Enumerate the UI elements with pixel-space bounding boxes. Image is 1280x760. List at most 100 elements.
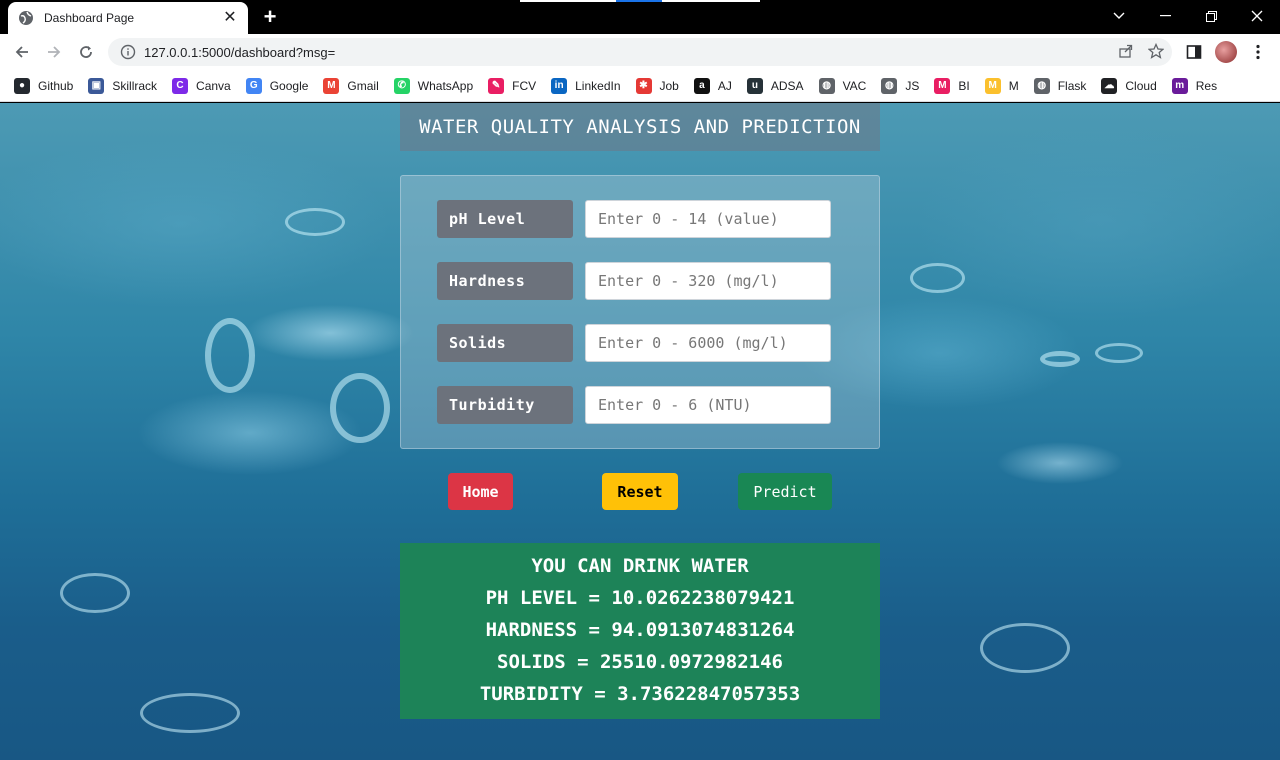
water-ripple — [205, 318, 255, 393]
hardness-input[interactable] — [585, 262, 831, 300]
globe-icon: ◍ — [1033, 77, 1050, 94]
bookmark-star-icon[interactable] — [1148, 43, 1164, 59]
page-title-banner: WATER QUALITY ANALYSIS AND PREDICTION — [400, 103, 880, 151]
whatsapp-icon: ✆ — [393, 77, 410, 94]
page-content: WATER QUALITY ANALYSIS AND PREDICTION pH… — [0, 103, 1280, 760]
bookmark-label: AJ — [717, 78, 732, 93]
profile-avatar[interactable] — [1214, 40, 1238, 64]
hardness-row: Hardness — [437, 262, 831, 300]
forward-arrow-icon[interactable] — [42, 40, 66, 64]
amazon-icon: a — [693, 77, 710, 94]
bookmark-m[interactable]: MM — [984, 77, 1019, 94]
bookmark-label: Cloud — [1125, 78, 1157, 93]
url-text: 127.0.0.1:5000/dashboard?msg= — [144, 44, 336, 60]
bookmark-canva[interactable]: C Canva — [172, 77, 231, 94]
bookmark-label: Canva — [196, 78, 231, 93]
m-icon: M — [984, 77, 1001, 94]
globe-icon — [19, 11, 33, 25]
bi-icon: M — [934, 77, 951, 94]
more-menu-icon[interactable] — [1246, 40, 1270, 64]
bookmark-label: ADSA — [770, 78, 804, 93]
linkedin-icon: in — [551, 77, 568, 94]
adsa-icon: u — [746, 77, 763, 94]
solids-input[interactable] — [585, 324, 831, 362]
reset-button[interactable]: Reset — [602, 473, 678, 510]
address-bar[interactable]: 127.0.0.1:5000/dashboard?msg= — [108, 38, 1172, 66]
restore-icon[interactable] — [1188, 0, 1234, 32]
bookmark-label: Google — [269, 78, 309, 93]
water-ripple — [140, 693, 240, 733]
ph-level-row: pH Level — [437, 200, 831, 238]
bookmark-label: Skillrack — [112, 78, 158, 93]
result-solids: SOLIDS = 25510.0972982146 — [497, 651, 783, 673]
bookmarks-bar: ● Github ▣ Skillrack C Canva G Google M Gmail ✆ Wha… — [0, 70, 1280, 102]
water-ripple — [60, 573, 130, 613]
new-tab-button[interactable]: + — [259, 6, 281, 28]
turbidity-label: Turbidity — [437, 386, 573, 424]
bookmark-job[interactable]: ✱ Job — [635, 77, 679, 94]
result-ph-level: PH LEVEL = 10.0262238079421 — [485, 587, 795, 609]
bookmark-linkedin[interactable]: in LinkedIn — [551, 77, 621, 94]
info-icon[interactable] — [120, 44, 136, 60]
cloud-icon: ☁ — [1101, 77, 1118, 94]
bookmark-gmail[interactable]: M Gmail — [323, 77, 379, 94]
bookmark-js[interactable]: ◍ JS — [881, 77, 920, 94]
water-ripple — [285, 208, 345, 236]
minimize-icon[interactable] — [1142, 0, 1188, 32]
close-window-icon[interactable] — [1234, 0, 1280, 32]
bookmark-res[interactable]: m Res — [1171, 77, 1218, 94]
bookmark-vac[interactable]: ◍ VAC — [818, 77, 866, 94]
bookmark-label: BI — [958, 78, 970, 93]
side-panel-icon[interactable] — [1182, 40, 1206, 64]
bookmark-cloud[interactable]: ☁ Cloud — [1101, 77, 1157, 94]
turbidity-row: Turbidity — [437, 386, 831, 424]
bookmark-label: Gmail — [347, 78, 379, 93]
bookmark-label: WhatsApp — [417, 78, 474, 93]
bookmark-label: Github — [38, 78, 74, 93]
prediction-result: YOU CAN DRINK WATER PH LEVEL = 10.026223… — [400, 543, 880, 719]
turbidity-input[interactable] — [585, 386, 831, 424]
bookmark-google[interactable]: G Google — [245, 77, 309, 94]
share-icon[interactable] — [1118, 43, 1134, 59]
home-button[interactable]: Home — [448, 473, 513, 510]
back-arrow-icon[interactable] — [10, 40, 34, 64]
bookmark-label: FCV — [512, 78, 537, 93]
result-verdict: YOU CAN DRINK WATER — [531, 555, 749, 577]
bookmark-fcv[interactable]: ✎ FCV — [488, 77, 537, 94]
hardness-label: Hardness — [437, 262, 573, 300]
water-ripple — [330, 373, 390, 443]
water-ripple — [980, 623, 1070, 673]
res-icon: m — [1171, 77, 1188, 94]
bookmark-label: Res — [1195, 78, 1218, 93]
bookmark-label: LinkedIn — [575, 78, 621, 93]
water-ripple — [910, 263, 965, 293]
result-hardness: HARDNESS = 94.0913074831264 — [485, 619, 795, 641]
bookmark-whatsapp[interactable]: ✆ WhatsApp — [393, 77, 474, 94]
result-turbidity: TURBIDITY = 3.73622847057353 — [479, 683, 801, 705]
tab-search-strip — [520, 0, 760, 2]
reload-icon[interactable] — [74, 40, 98, 64]
bookmark-flask[interactable]: ◍ Flask — [1033, 77, 1087, 94]
bookmark-bi[interactable]: M BI — [934, 77, 970, 94]
bookmark-label: Flask — [1057, 78, 1087, 93]
job-icon: ✱ — [635, 77, 652, 94]
browser-tab[interactable]: Dashboard Page ✕ — [8, 2, 248, 34]
bookmark-label: Job — [659, 78, 679, 93]
predict-button[interactable]: Predict — [738, 473, 832, 510]
google-icon: G — [245, 77, 262, 94]
bookmark-skillrack[interactable]: ▣ Skillrack — [88, 77, 158, 94]
fcv-icon: ✎ — [488, 77, 505, 94]
tab-search-chevron-down-icon[interactable] — [1096, 0, 1142, 32]
skillrack-icon: ▣ — [88, 77, 105, 94]
bookmark-aj[interactable]: a AJ — [693, 77, 732, 94]
ph-level-input[interactable] — [585, 200, 831, 238]
water-ripple — [1095, 343, 1143, 363]
bookmark-adsa[interactable]: u ADSA — [746, 77, 804, 94]
canva-icon: C — [172, 77, 189, 94]
page-title: WATER QUALITY ANALYSIS AND PREDICTION — [419, 116, 861, 138]
bookmark-github[interactable]: ● Github — [14, 77, 74, 94]
close-tab-icon[interactable]: ✕ — [222, 10, 238, 26]
tab-title: Dashboard Page — [44, 11, 135, 25]
bookmark-label: JS — [905, 78, 920, 93]
water-ripple — [1040, 351, 1080, 367]
